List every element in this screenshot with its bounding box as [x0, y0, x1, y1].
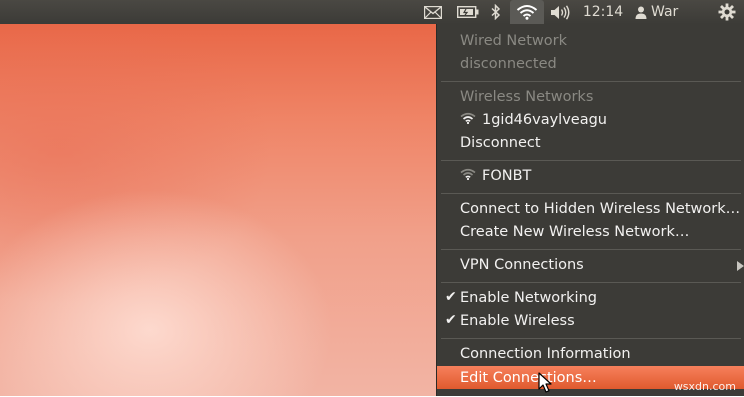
- create-new-network-item[interactable]: Create New Wireless Network…: [437, 220, 744, 243]
- vpn-connections-item[interactable]: VPN Connections: [437, 253, 744, 276]
- enable-wireless-item[interactable]: ✔ Enable Wireless: [437, 309, 744, 332]
- menu-separator: [441, 338, 741, 339]
- bluetooth-icon[interactable]: [485, 0, 507, 24]
- signal-strength-icon: [460, 112, 476, 128]
- checkmark-icon: ✔: [445, 312, 457, 328]
- submenu-arrow-icon: [737, 259, 744, 275]
- enable-wireless-label: Enable Wireless: [460, 313, 575, 329]
- menu-separator: [441, 193, 741, 194]
- watermark-text: wsxdn.com: [674, 380, 736, 393]
- clock[interactable]: 12:14: [578, 0, 628, 24]
- network-menu: Wired Network disconnected Wireless Netw…: [436, 24, 744, 396]
- menu-separator: [441, 282, 741, 283]
- wireless-networks-header: Wireless Networks: [437, 85, 744, 108]
- vpn-connections-label: VPN Connections: [460, 257, 584, 273]
- session-gear-icon[interactable]: [714, 0, 740, 24]
- user-name[interactable]: War: [651, 0, 691, 24]
- mail-icon[interactable]: [420, 0, 446, 24]
- volume-icon[interactable]: [547, 0, 573, 24]
- mouse-cursor-icon: [538, 372, 552, 397]
- enable-networking-item[interactable]: ✔ Enable Networking: [437, 286, 744, 309]
- top-panel: 12:14 War: [0, 0, 744, 24]
- menu-separator: [441, 160, 741, 161]
- battery-icon[interactable]: [455, 0, 481, 24]
- checkmark-icon: ✔: [445, 289, 457, 305]
- wireless-network-other[interactable]: FONBT: [437, 164, 744, 187]
- disconnect-item[interactable]: Disconnect: [437, 131, 744, 154]
- wireless-network-icon[interactable]: [510, 0, 544, 24]
- connection-information-item[interactable]: Connection Information: [437, 342, 744, 365]
- other-network-name: FONBT: [482, 168, 531, 184]
- enable-networking-label: Enable Networking: [460, 290, 597, 306]
- user-icon: [633, 0, 649, 24]
- connected-network-name: 1gid46vaylveagu: [482, 112, 607, 128]
- wired-network-header: Wired Network: [437, 29, 744, 52]
- wireless-network-connected[interactable]: 1gid46vaylveagu: [437, 108, 744, 131]
- menu-separator: [441, 249, 741, 250]
- signal-strength-icon: [460, 168, 476, 184]
- menu-separator: [441, 81, 741, 82]
- wired-network-status: disconnected: [437, 52, 744, 75]
- connect-hidden-network-item[interactable]: Connect to Hidden Wireless Network…: [437, 197, 744, 220]
